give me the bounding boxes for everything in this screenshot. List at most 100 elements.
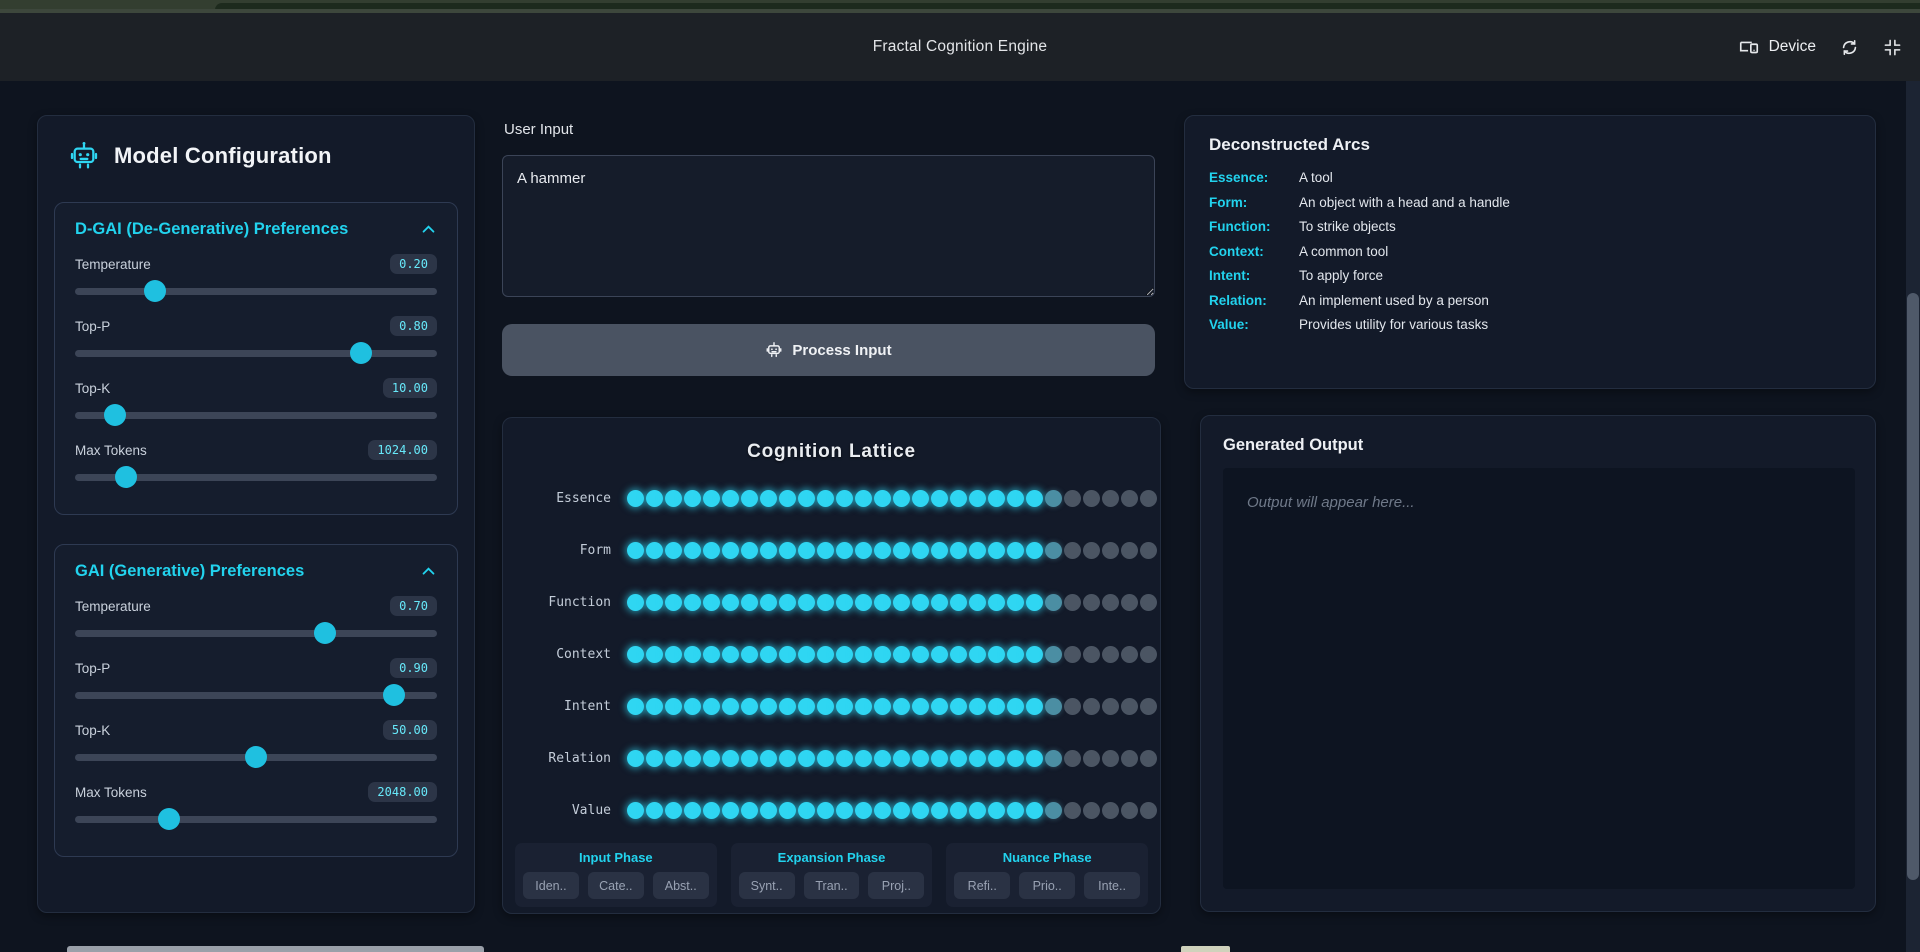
slider-thumb[interactable] [314,622,336,644]
slider-thumb[interactable] [115,466,137,488]
slider-track[interactable] [75,630,437,637]
lattice-dot [1026,802,1043,819]
lattice-dot [741,698,758,715]
lattice-dot [1102,542,1119,559]
lattice-dot [646,750,663,767]
slider-header: Top-K 50.00 [75,718,437,742]
user-input-textarea[interactable]: A hammer [502,155,1155,297]
slider-value-badge: 1024.00 [368,440,437,460]
slider-thumb[interactable] [158,808,180,830]
lattice-dot [798,802,815,819]
phase-step-button[interactable]: Iden.. [523,872,579,899]
lattice-dot [988,542,1005,559]
lattice-dots [627,490,1157,507]
refresh-icon[interactable] [1840,38,1859,57]
lattice-dot [684,698,701,715]
lattice-dot [1083,542,1100,559]
lattice-dot [931,698,948,715]
lattice-dot [912,542,929,559]
gai-preferences-header[interactable]: GAI (Generative) Preferences [75,562,437,581]
lattice-dot [665,594,682,611]
slider-thumb[interactable] [350,342,372,364]
lattice-dot [722,490,739,507]
lattice-dot [893,750,910,767]
lattice-dot [893,542,910,559]
slider-track[interactable] [75,412,437,419]
lattice-dot [1064,542,1081,559]
slider[interactable] [75,621,437,645]
lattice-dot [779,490,796,507]
device-button[interactable]: Device [1738,36,1816,58]
lattice-dot [760,750,777,767]
slider-track[interactable] [75,350,437,357]
arc-row: Essence:A tool [1209,170,1851,185]
slider-thumb[interactable] [383,684,405,706]
phase-step-button[interactable]: Proj.. [868,872,924,899]
lattice-dot [1064,490,1081,507]
lattice-dot [646,698,663,715]
phase-step-button[interactable]: Tran.. [804,872,860,899]
slider-label: Top-P [75,319,110,334]
slider[interactable] [75,341,437,365]
lattice-dot [988,802,1005,819]
dgai-preferences-title: D-GAI (De-Generative) Preferences [75,220,348,239]
slider[interactable] [75,745,437,769]
lattice-dot [722,646,739,663]
model-configuration-header: Model Configuration [54,140,458,172]
lattice-row: Function [515,576,1148,628]
lattice-dot [703,750,720,767]
lattice-row-label: Relation [515,751,611,766]
chevron-up-icon[interactable] [420,221,437,238]
lattice-dot [1140,698,1157,715]
phase-card: Input Phase Iden.. Cate.. Abst.. [515,843,717,907]
slider[interactable] [75,403,437,427]
slider-value-badge: 0.70 [390,596,437,616]
process-input-label: Process Input [792,342,891,359]
lattice-dot [836,750,853,767]
slider[interactable] [75,683,437,707]
lattice-dot [950,646,967,663]
arc-value: A common tool [1299,244,1388,259]
chevron-up-icon[interactable] [420,563,437,580]
arc-key: Relation: [1209,293,1299,308]
lattice-dot [741,490,758,507]
slider-label: Top-K [75,381,110,396]
vertical-scrollbar-thumb[interactable] [1907,293,1919,880]
phase-step-button[interactable]: Synt.. [739,872,795,899]
slider-track[interactable] [75,816,437,823]
phase-step-button[interactable]: Cate.. [588,872,644,899]
lattice-dot [1045,490,1062,507]
lattice-dot [988,490,1005,507]
phase-title: Input Phase [523,850,709,865]
slider-thumb[interactable] [144,280,166,302]
slider-thumb[interactable] [104,404,126,426]
slider[interactable] [75,807,437,831]
lattice-dot [874,594,891,611]
robot-icon [765,341,783,359]
lattice-dot [779,750,796,767]
phase-step-button[interactable]: Refi.. [954,872,1010,899]
arc-rows: Essence:A toolForm:An object with a head… [1209,170,1851,332]
process-input-button[interactable]: Process Input [502,324,1155,376]
lattice-dot [684,802,701,819]
lattice-dot [1045,542,1062,559]
slider-track[interactable] [75,288,437,295]
lattice-dot [1083,490,1100,507]
lattice-dot [798,594,815,611]
lattice-dot [950,750,967,767]
dgai-preferences-header[interactable]: D-GAI (De-Generative) Preferences [75,220,437,239]
lattice-dots [627,802,1157,819]
phase-buttons: Refi.. Prio.. Inte.. [954,872,1140,899]
lattice-dot [817,594,834,611]
compress-icon[interactable] [1883,38,1902,57]
phase-step-button[interactable]: Prio.. [1019,872,1075,899]
lattice-dot [988,646,1005,663]
slider[interactable] [75,279,437,303]
arc-value: An implement used by a person [1299,293,1489,308]
slider[interactable] [75,465,437,489]
phase-step-button[interactable]: Abst.. [653,872,709,899]
slider-thumb[interactable] [245,746,267,768]
lattice-dot [817,750,834,767]
phase-step-button[interactable]: Inte.. [1084,872,1140,899]
lattice-dot [779,802,796,819]
